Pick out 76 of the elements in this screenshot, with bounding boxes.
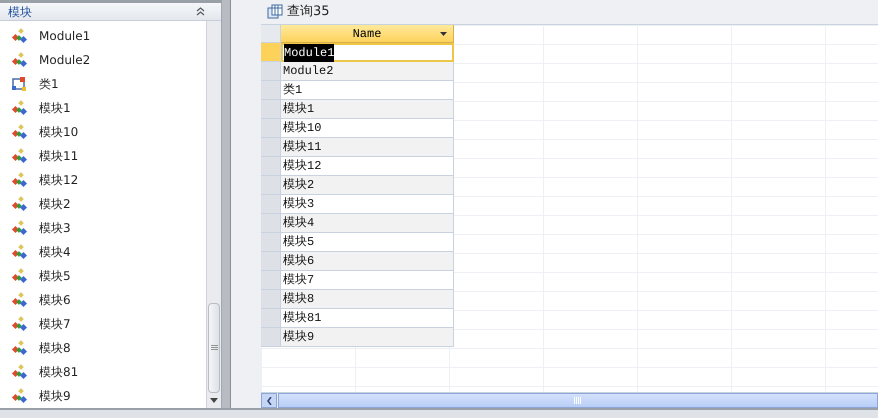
class-icon [11, 76, 27, 92]
document-title[interactable]: 查询35 [287, 2, 330, 22]
module-icon [11, 340, 27, 356]
table-cell[interactable]: 模块4 [281, 214, 454, 233]
module-icon [11, 316, 27, 332]
row-selector[interactable] [261, 290, 281, 309]
row-selector[interactable] [261, 81, 281, 100]
nav-item[interactable]: 模块3 [0, 216, 206, 240]
dropdown-arrow-icon[interactable] [440, 32, 447, 36]
table-cell[interactable]: 模块3 [281, 195, 454, 214]
module-icon [11, 124, 27, 140]
table-cell[interactable]: 模块11 [281, 138, 454, 157]
module-icon [11, 148, 27, 164]
select-all-corner[interactable] [261, 25, 281, 43]
row-selector[interactable] [261, 119, 281, 138]
row-selector[interactable] [261, 233, 281, 252]
module-icon [11, 220, 27, 236]
group-header[interactable]: 模块 [0, 3, 221, 21]
table-cell[interactable]: Module2 [281, 62, 454, 81]
nav-item[interactable]: 模块7 [0, 312, 206, 336]
table-cell[interactable]: 模块7 [281, 271, 454, 290]
nav-item[interactable]: 类1 [0, 72, 206, 96]
nav-item[interactable]: 模块5 [0, 264, 206, 288]
scroll-left-button[interactable] [261, 393, 277, 408]
table-cell[interactable]: Module1 [281, 43, 454, 62]
down-arrow-icon [210, 398, 218, 403]
nav-item[interactable]: 模块6 [0, 288, 206, 312]
row-selector[interactable] [261, 157, 281, 176]
table-cell[interactable]: 模块9 [281, 328, 454, 347]
row-selector[interactable] [261, 138, 281, 157]
module-icon [11, 52, 27, 68]
module-icon [11, 364, 27, 380]
nav-item[interactable]: 模块1 [0, 96, 206, 120]
row-selector[interactable] [261, 62, 281, 81]
nav-item[interactable]: Module2 [0, 48, 206, 72]
row-selector[interactable] [261, 176, 281, 195]
vertical-scrollbar[interactable] [206, 21, 221, 408]
nav-item[interactable]: 模块9 [0, 384, 206, 408]
table-cell[interactable]: 模块1 [281, 100, 454, 119]
nav-item[interactable]: 模块8 [0, 336, 206, 360]
table-cell[interactable]: 类1 [281, 81, 454, 100]
module-icon [11, 28, 27, 44]
nav-item[interactable]: 模块12 [0, 168, 206, 192]
table-cell[interactable]: 模块10 [281, 119, 454, 138]
table-cell[interactable]: 模块8 [281, 290, 454, 309]
row-selector[interactable] [261, 43, 281, 62]
row-selector[interactable] [261, 328, 281, 347]
table-cell[interactable]: 模块12 [281, 157, 454, 176]
row-selector[interactable] [261, 100, 281, 119]
row-selector[interactable] [261, 271, 281, 290]
collapse-icon[interactable] [196, 7, 205, 16]
module-icon [11, 292, 27, 308]
module-icon [11, 244, 27, 260]
table-cell[interactable]: 模块5 [281, 233, 454, 252]
group-title: 模块 [8, 4, 32, 20]
nav-item[interactable]: 模块10 [0, 120, 206, 144]
nav-item[interactable]: 模块11 [0, 144, 206, 168]
nav-item[interactable]: 模块81 [0, 360, 206, 384]
query-icon [267, 4, 283, 20]
module-icon [11, 172, 27, 188]
row-selector[interactable] [261, 214, 281, 233]
row-selector[interactable] [261, 195, 281, 214]
column-header[interactable]: Name [281, 25, 454, 43]
table-cell[interactable]: 模块2 [281, 176, 454, 195]
module-icon [11, 100, 27, 116]
module-icon [11, 196, 27, 212]
row-selector[interactable] [261, 309, 281, 328]
module-icon [11, 268, 27, 284]
table-cell[interactable]: 模块6 [281, 252, 454, 271]
nav-item[interactable]: Module1 [0, 24, 206, 48]
scroll-thumb[interactable] [208, 303, 220, 393]
row-selector[interactable] [261, 252, 281, 271]
nav-item[interactable]: 模块4 [0, 240, 206, 264]
nav-item[interactable]: 模块2 [0, 192, 206, 216]
table-cell[interactable]: 模块81 [281, 309, 454, 328]
module-icon [11, 388, 27, 404]
